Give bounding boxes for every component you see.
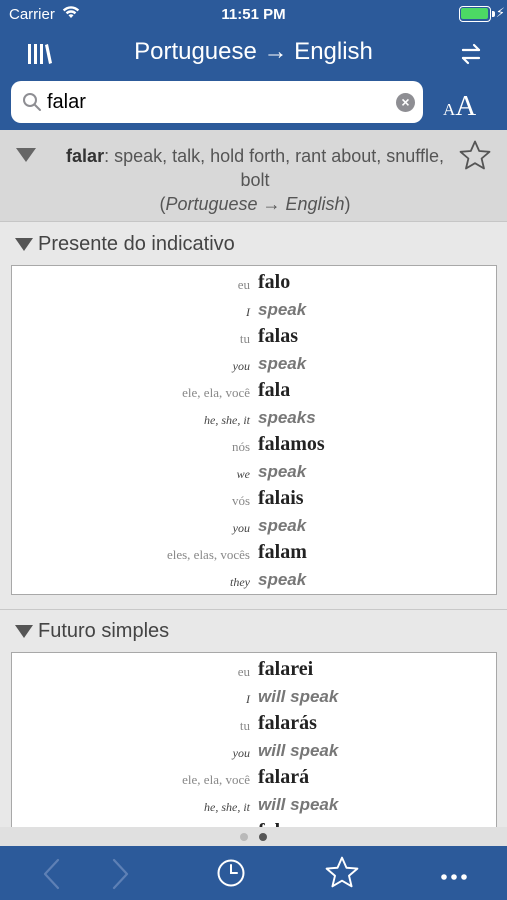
translation: speak xyxy=(258,570,307,589)
pronoun: eu xyxy=(237,664,250,679)
table-row: eu falarei xyxy=(12,655,496,682)
pronoun-english: I xyxy=(246,692,250,706)
back-arrow-icon[interactable] xyxy=(40,857,64,896)
table-row: he, she, it speaks xyxy=(12,403,496,430)
page-dot[interactable] xyxy=(240,833,248,841)
translation: speak xyxy=(258,516,307,535)
verb-form: fala xyxy=(258,379,291,401)
content-area[interactable]: falar: speak, talk, hold forth, rant abo… xyxy=(0,130,507,827)
table-row: nós falamos xyxy=(12,430,496,457)
favorites-star-icon[interactable] xyxy=(325,856,359,893)
section-header[interactable]: Presente do indicativo xyxy=(0,228,507,262)
pronoun-english: he, she, it xyxy=(204,800,250,814)
text-size-button[interactable]: AA xyxy=(443,90,476,123)
translation: will speak xyxy=(258,687,339,706)
charging-bolt-icon: ⚡︎ xyxy=(495,5,505,20)
conjugation-table: eu falarei Iwill speak tu falarás you will … xyxy=(11,652,497,827)
pronoun: eles, elas, vocês xyxy=(166,547,250,562)
table-row: falaremos xyxy=(12,817,496,827)
pronoun-english: they xyxy=(230,575,250,589)
pronoun: vós xyxy=(231,493,250,508)
translation: will speak xyxy=(258,795,339,814)
pronoun: tu xyxy=(239,331,250,346)
entry-definition: falar: speak, talk, hold forth, rant abo… xyxy=(60,144,450,216)
verb-form: falamos xyxy=(258,433,325,455)
entry-headword: falar xyxy=(66,146,105,166)
table-row: they speak xyxy=(12,565,496,592)
clock-time: 11:51 PM xyxy=(221,6,286,23)
pronoun-english: you xyxy=(232,746,250,760)
collapse-triangle-icon[interactable] xyxy=(16,148,36,162)
pronoun: tu xyxy=(239,718,250,733)
verb-form: falarei xyxy=(258,658,314,680)
table-row: we speak xyxy=(12,457,496,484)
entry-senses: : speak, talk, hold forth, rant about, s… xyxy=(104,146,444,190)
table-row: Ispeak xyxy=(12,295,496,322)
top-bar: Carrier 11:51 PM ⚡︎ Portuguese → English xyxy=(0,0,507,130)
table-row: you speak xyxy=(12,349,496,376)
verb-form: falarás xyxy=(258,712,317,734)
translation: speak xyxy=(258,300,307,319)
translation: speak xyxy=(258,354,307,373)
section-title: Presente do indicativo xyxy=(38,233,235,255)
table-row: you will speak xyxy=(12,736,496,763)
section-title: Futuro simples xyxy=(38,620,170,642)
entry-header[interactable]: falar: speak, talk, hold forth, rant abo… xyxy=(0,130,507,222)
pronoun-english: you xyxy=(232,521,250,535)
table-row: tu falas xyxy=(12,322,496,349)
lang-paren-close: ) xyxy=(344,194,351,214)
pronoun: ele, ela, você xyxy=(182,772,250,787)
collapse-triangle-icon[interactable] xyxy=(15,238,33,251)
forward-arrow-icon[interactable] xyxy=(108,857,132,896)
more-ellipsis-icon[interactable] xyxy=(440,868,468,886)
search-bar[interactable]: × xyxy=(11,81,423,123)
entry-language-pair: Portuguese → English xyxy=(165,194,345,214)
nav-title: Portuguese → English xyxy=(134,38,373,65)
pronoun: eu xyxy=(237,277,250,292)
pronoun-english: we xyxy=(236,467,250,481)
section-header[interactable]: Futuro simples xyxy=(0,615,507,649)
page-dot-active[interactable] xyxy=(259,833,267,841)
clear-search-icon[interactable]: × xyxy=(396,93,415,112)
verb-form: falaremos xyxy=(258,820,342,827)
page-indicator[interactable] xyxy=(0,827,507,846)
history-clock-icon[interactable] xyxy=(216,858,246,893)
verb-form: falais xyxy=(258,487,304,509)
section-divider xyxy=(0,609,507,610)
translation: speaks xyxy=(258,408,316,427)
bookmark-star-icon[interactable] xyxy=(459,140,491,175)
table-row: ele, ela, você fala xyxy=(12,376,496,403)
verb-form: falam xyxy=(258,541,307,563)
table-row: ele, ela, você falará xyxy=(12,763,496,790)
bottom-toolbar xyxy=(0,846,507,900)
verb-form: falo xyxy=(258,271,291,293)
search-icon xyxy=(22,92,42,117)
table-row: he, she, it will speak xyxy=(12,790,496,817)
collapse-triangle-icon[interactable] xyxy=(15,625,33,638)
search-input[interactable] xyxy=(47,89,387,115)
text-size-small-label: A xyxy=(443,100,456,119)
pronoun: ele, ela, você xyxy=(182,385,250,400)
pronoun: nós xyxy=(231,439,250,454)
table-row: vós falais xyxy=(12,484,496,511)
pronoun-english: I xyxy=(246,305,250,319)
table-row: eu falo xyxy=(12,268,496,295)
verb-form: falará xyxy=(258,766,310,788)
table-row: Iwill speak xyxy=(12,682,496,709)
table-row: eles, elas, vocês falam xyxy=(12,538,496,565)
status-bar: Carrier 11:51 PM ⚡︎ xyxy=(0,0,507,28)
swap-direction-icon[interactable] xyxy=(459,42,483,66)
conjugation-table: eu falo Ispeak tu falas you speak ele, ela,… xyxy=(11,265,497,595)
table-row: tu falarás xyxy=(12,709,496,736)
verb-form: falas xyxy=(258,325,298,347)
translation: speak xyxy=(258,462,307,481)
translation: will speak xyxy=(258,741,339,760)
text-size-big-label: A xyxy=(455,90,477,122)
pronoun-english: he, she, it xyxy=(204,413,250,427)
table-row: you speak xyxy=(12,511,496,538)
pronoun-english: you xyxy=(232,359,250,373)
battery-icon xyxy=(459,6,497,22)
